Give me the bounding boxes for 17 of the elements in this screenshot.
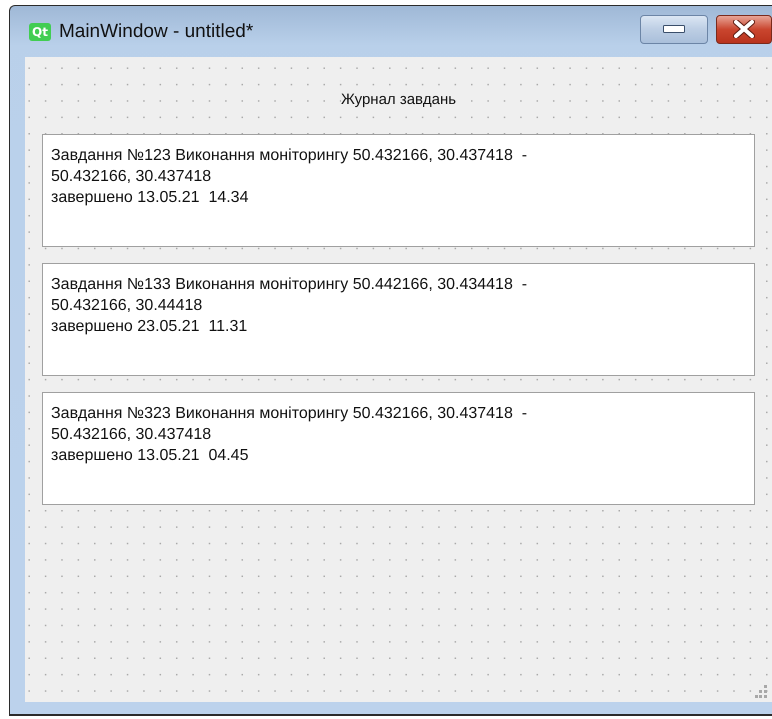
window-title: MainWindow - untitled*: [58, 20, 254, 42]
heading-label: Журнал завдань: [340, 91, 456, 108]
close-icon: [733, 20, 755, 38]
minimize-icon: [663, 25, 685, 33]
task-line: 50.432166, 30.44418: [51, 296, 202, 316]
task-line: 50.432166, 30.437418: [51, 167, 212, 187]
close-button[interactable]: [716, 14, 772, 44]
task-line: Завдання №133 Виконання моніторингу 50.442166, 30.434418 -: [51, 275, 528, 295]
task-line: завершено 13.05.21 14.34: [51, 188, 248, 208]
minimize-button[interactable]: [640, 14, 708, 44]
task-line: 50.432166, 30.437418: [51, 425, 212, 445]
task-line: завершено 23.05.21 11.31: [51, 317, 248, 337]
resize-grip-icon: [755, 685, 768, 698]
task-line: Завдання №323 Виконання моніторингу 50.432166, 30.437418 -: [51, 404, 528, 424]
qt-logo: Qt: [29, 22, 51, 40]
task-line: Завдання №123 Виконання моніторингу 50.432166, 30.437418 -: [51, 146, 528, 166]
task-line: завершено 13.05.21 04.45: [51, 446, 248, 466]
